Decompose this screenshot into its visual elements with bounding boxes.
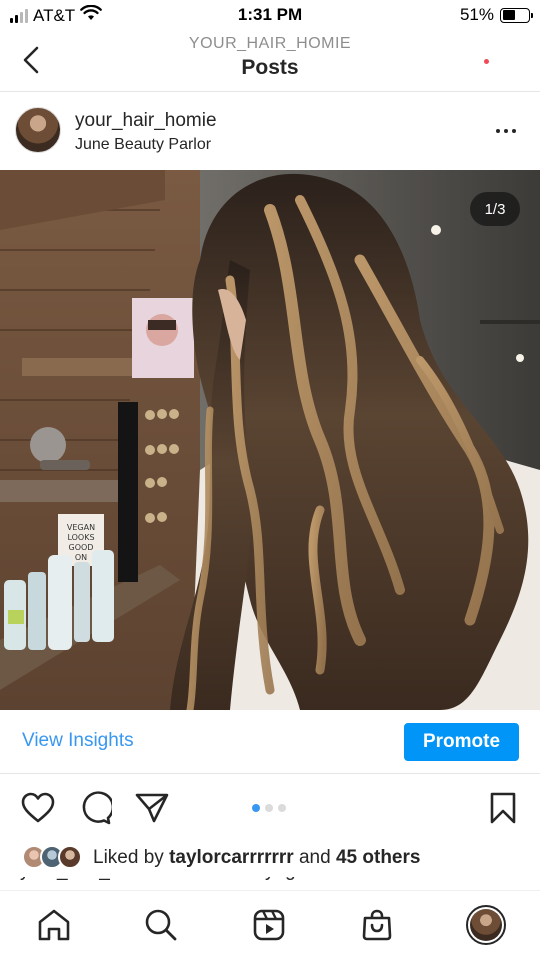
likes-and: and: [298, 847, 331, 868]
more-horizontal-icon: [496, 129, 500, 133]
svg-text:LOOKS: LOOKS: [67, 533, 94, 542]
bookmark-icon: [490, 792, 516, 824]
carousel-dots: [252, 804, 286, 812]
reels-icon: [253, 909, 285, 941]
profile-icon: [466, 905, 506, 945]
post-image[interactable]: VEGAN LOOKS GOOD ON 1/3: [0, 170, 540, 710]
status-bar: AT&T 1:31 PM 51%: [0, 0, 540, 30]
view-insights-link[interactable]: View Insights: [22, 730, 134, 752]
tab-bar: [0, 890, 540, 960]
search-icon: [145, 909, 177, 941]
more-options-button[interactable]: [496, 121, 520, 141]
comment-button[interactable]: [77, 791, 113, 825]
likes-row: Liked by taylorcarrrrrrr and 45 others: [0, 839, 540, 875]
like-button[interactable]: [20, 791, 56, 825]
tab-home[interactable]: [34, 905, 74, 945]
action-bar: [0, 775, 540, 839]
avatar[interactable]: [15, 107, 61, 153]
notification-dot: [484, 59, 489, 64]
avatar: [58, 845, 82, 869]
likes-prefix: Liked by: [93, 847, 164, 868]
photo: VEGAN LOOKS GOOD ON: [0, 170, 540, 710]
tab-search[interactable]: [141, 905, 181, 945]
liker-avatars[interactable]: [22, 845, 88, 869]
share-button[interactable]: [134, 791, 170, 825]
status-right: 51%: [459, 5, 533, 25]
tab-shop[interactable]: [357, 905, 397, 945]
battery-percent: 51%: [459, 5, 494, 24]
save-button[interactable]: [485, 791, 521, 825]
carousel-dot: [265, 804, 273, 812]
svg-text:GOOD: GOOD: [69, 543, 94, 552]
insights-row: View Insights Promote: [0, 710, 540, 774]
svg-text:ON: ON: [75, 553, 87, 562]
caption-text[interactable]: your_hair_homie Mocha balayage on VIRGIN…: [20, 877, 520, 887]
likes-others[interactable]: 45 others: [336, 847, 420, 868]
promote-button[interactable]: Promote: [404, 723, 519, 761]
post-username[interactable]: your_hair_homie: [75, 110, 217, 132]
comment-icon: [82, 791, 112, 825]
nav-header: YOUR_HAIR_HOMIE Posts: [0, 30, 540, 92]
liker-username[interactable]: taylorcarrrrrrr: [169, 847, 294, 868]
svg-text:VEGAN: VEGAN: [67, 523, 95, 532]
heart-icon: [21, 792, 55, 823]
post-location[interactable]: June Beauty Parlor: [75, 136, 211, 154]
carousel-dot: [278, 804, 286, 812]
share-icon: [135, 793, 169, 823]
image-counter-badge: 1/3: [470, 192, 520, 226]
battery-icon: [500, 7, 533, 23]
tab-profile[interactable]: [466, 905, 506, 945]
caption-preview: your_hair_homie Mocha balayage on VIRGIN…: [20, 877, 520, 889]
post-header: your_hair_homie June Beauty Parlor: [0, 92, 540, 170]
account-name: YOUR_HAIR_HOMIE: [188, 35, 352, 52]
home-icon: [38, 909, 70, 941]
carousel-dot: [252, 804, 260, 812]
tab-reels[interactable]: [249, 905, 289, 945]
shop-icon: [362, 909, 392, 941]
battery-level: [502, 10, 516, 20]
page-title: Posts: [241, 56, 299, 79]
likes-summary[interactable]: Liked by taylorcarrrrrrr and 45 others: [93, 847, 420, 869]
